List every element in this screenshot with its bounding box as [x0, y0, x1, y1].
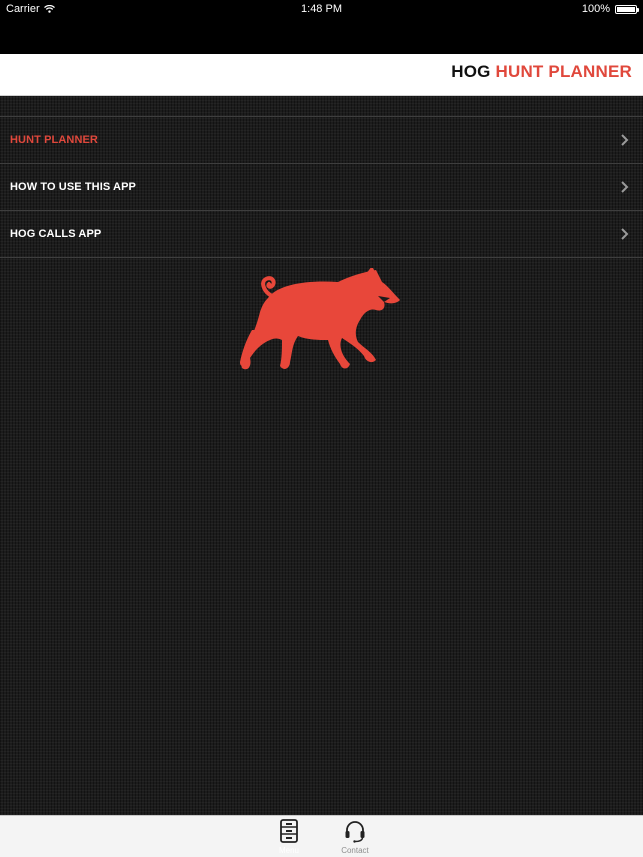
tab-menu[interactable]: Menu [259, 819, 319, 855]
chevron-right-icon [621, 134, 629, 146]
tab-label-contact: Contact [341, 846, 369, 855]
status-battery: 100% [581, 3, 639, 15]
status-time: 1:48 PM [301, 3, 342, 15]
chevron-right-icon [621, 228, 629, 240]
status-bar: Carrier 1:48 PM 100% [0, 0, 643, 20]
tab-label-menu: Menu [278, 846, 299, 855]
battery-percent: 100% [581, 3, 610, 15]
menu-item-label: HOG CALLS APP [10, 228, 102, 240]
menu-item-how-to-use[interactable]: HOW TO USE THIS APP [0, 164, 643, 211]
menu-item-label: HOW TO USE THIS APP [10, 181, 136, 193]
top-spacer [0, 20, 643, 54]
title-part-hunt-planner: HUNT PLANNER [495, 62, 632, 81]
headset-icon [345, 821, 365, 843]
battery-icon [615, 4, 639, 14]
menu-item-hunt-planner[interactable]: HUNT PLANNER [0, 117, 643, 164]
title-part-hog: HOG [451, 62, 491, 81]
chevron-right-icon [621, 181, 629, 193]
menu-list: HUNT PLANNER HOW TO USE THIS APP HOG CAL… [0, 116, 643, 258]
hog-logo [240, 268, 400, 370]
tab-bar: Menu Contact [0, 815, 643, 857]
page-title: HOG HUNT PLANNER [451, 62, 632, 82]
menu-item-hog-calls-app[interactable]: HOG CALLS APP [0, 211, 643, 258]
tab-contact[interactable]: Contact [325, 819, 385, 855]
main-content: HUNT PLANNER HOW TO USE THIS APP HOG CAL… [0, 96, 643, 815]
menu-icon [280, 819, 298, 843]
header-bar: HOG HUNT PLANNER [0, 54, 643, 96]
menu-item-label: HUNT PLANNER [10, 134, 98, 146]
